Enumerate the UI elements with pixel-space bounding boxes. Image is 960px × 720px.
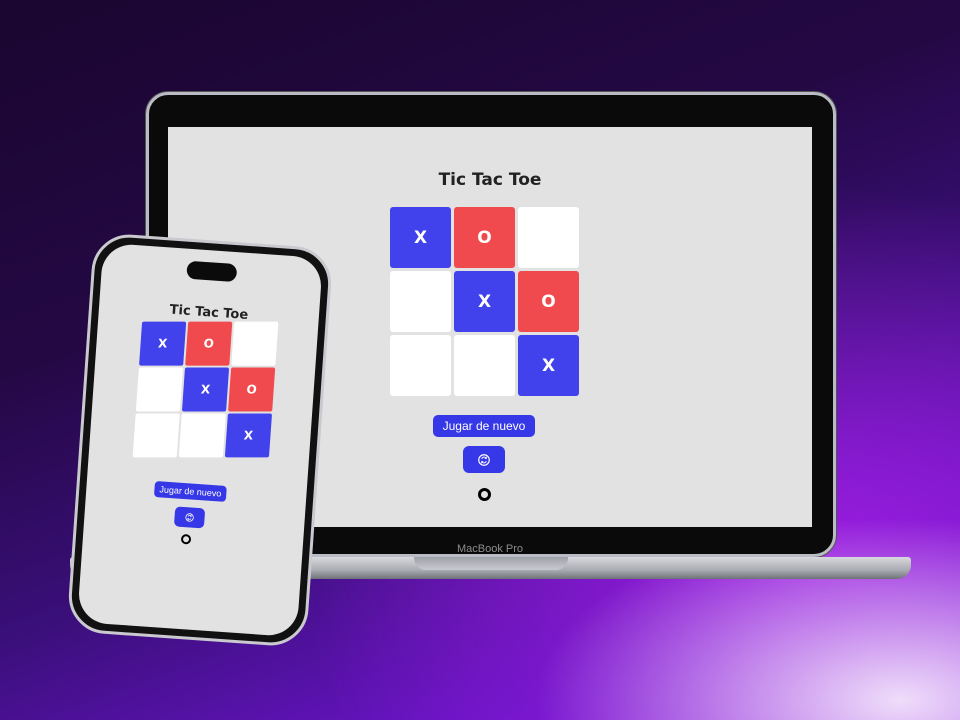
board-cell-7[interactable] <box>454 335 515 396</box>
play-again-button[interactable]: Jugar de nuevo <box>433 415 535 437</box>
laptop-notch <box>414 557 568 570</box>
board-cell-6[interactable] <box>132 413 180 458</box>
board-cell-8[interactable]: X <box>224 413 273 458</box>
page-title: Tic Tac Toe <box>438 170 542 190</box>
reset-button[interactable] <box>463 446 505 473</box>
game-board: X O X O X <box>132 321 279 458</box>
board-cell-5[interactable]: O <box>518 271 579 332</box>
board-cell-5[interactable]: O <box>228 367 276 412</box>
board-cell-4[interactable]: X <box>454 271 515 332</box>
turn-indicator <box>180 533 192 545</box>
reset-button[interactable] <box>173 506 206 529</box>
board-cell-2[interactable] <box>231 321 279 366</box>
board-cell-1[interactable]: O <box>454 207 515 268</box>
board-cell-3[interactable] <box>390 271 451 332</box>
phone-mockup: Tic Tac Toe X O X O X Jugar de nuevo <box>66 232 334 648</box>
game-board: X O X O X <box>390 207 579 396</box>
refresh-icon <box>185 513 194 522</box>
board-cell-7[interactable] <box>178 413 226 458</box>
phone-screen: Tic Tac Toe X O X O X Jugar de nuevo <box>77 242 323 638</box>
board-cell-0[interactable]: X <box>390 207 451 268</box>
turn-indicator <box>478 488 491 501</box>
play-again-button[interactable]: Jugar de nuevo <box>153 480 227 502</box>
refresh-icon <box>478 453 490 466</box>
board-cell-1[interactable]: O <box>185 321 233 366</box>
board-cell-2[interactable] <box>518 207 579 268</box>
board-cell-4[interactable]: X <box>181 367 230 412</box>
board-cell-0[interactable]: X <box>139 321 187 366</box>
board-cell-8[interactable]: X <box>518 335 579 396</box>
board-cell-3[interactable] <box>135 367 184 412</box>
dynamic-island <box>186 260 238 283</box>
board-cell-6[interactable] <box>390 335 451 396</box>
